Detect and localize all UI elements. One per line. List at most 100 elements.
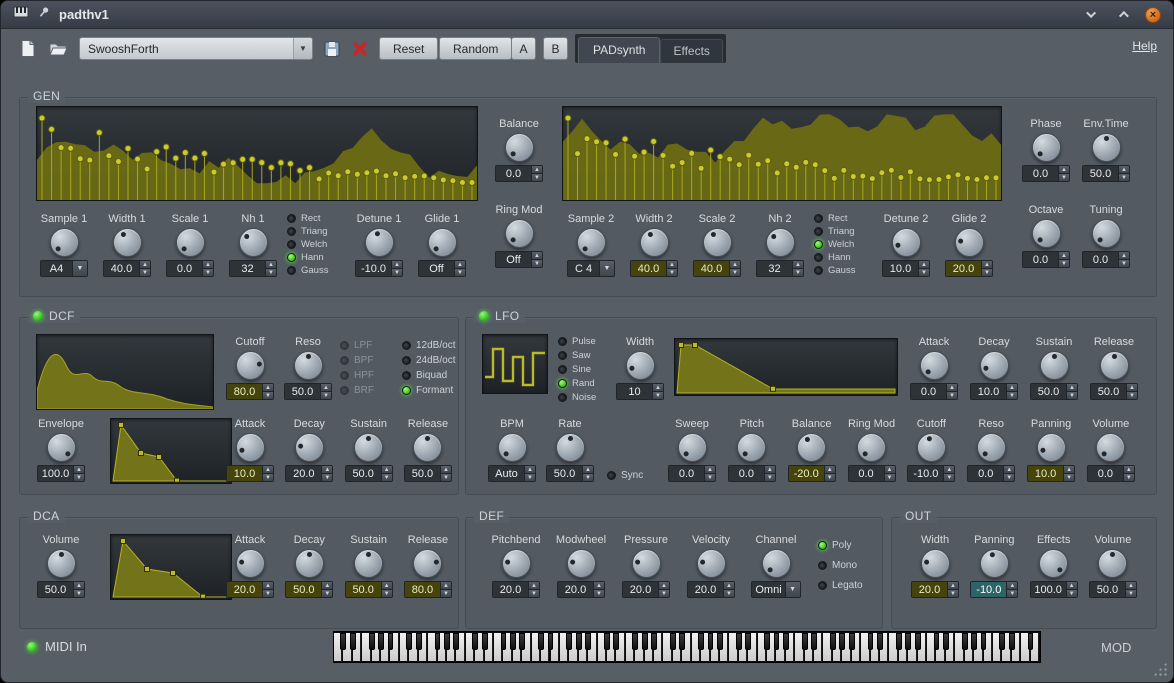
radio-triang[interactable]: Triang (814, 226, 872, 237)
radio-saw[interactable]: Saw (558, 350, 596, 361)
spin-up-icon[interactable]: ▲ (532, 166, 542, 174)
piano-black-key[interactable] (1028, 633, 1034, 650)
spin-up-icon[interactable]: ▲ (1119, 166, 1129, 174)
spinbox-pressure[interactable]: 20.0▲▼ (622, 581, 670, 598)
piano-black-key[interactable] (698, 633, 704, 650)
piano-black-key[interactable] (444, 633, 450, 650)
radio-lpf[interactable]: LPF (340, 340, 374, 351)
piano-black-key[interactable] (915, 633, 921, 650)
save-preset-button[interactable] (319, 36, 345, 61)
piano-black-key[interactable] (548, 633, 554, 650)
knob-volume[interactable] (1098, 549, 1127, 578)
knob-release[interactable] (1100, 351, 1129, 380)
knob-velocity[interactable] (697, 549, 726, 578)
spin-down-icon[interactable]: ▼ (263, 590, 273, 597)
spin-up-icon[interactable]: ▲ (1064, 466, 1074, 474)
knob-attack[interactable] (236, 549, 265, 578)
knob-release[interactable] (413, 433, 442, 462)
radio-24db-oct[interactable]: 24dB/oct (402, 355, 455, 366)
spin-down-icon[interactable]: ▼ (1119, 174, 1129, 181)
spinbox-width-1[interactable]: 40.0▲▼ (103, 260, 151, 277)
spin-up-icon[interactable]: ▲ (441, 582, 451, 590)
spinbox-decay[interactable]: 10.0▲▼ (970, 383, 1018, 400)
piano-black-key[interactable] (934, 633, 940, 650)
radio-rect[interactable]: Rect (287, 213, 345, 224)
piano-black-key[interactable] (981, 633, 987, 650)
piano-black-key[interactable] (802, 633, 808, 650)
osc1-spectrum-display[interactable] (36, 106, 478, 201)
spinbox-balance[interactable]: 0.0▲▼ (495, 165, 543, 182)
spin-down-icon[interactable]: ▼ (203, 269, 213, 276)
spin-up-icon[interactable]: ▲ (1004, 466, 1014, 474)
spinbox-release[interactable]: 80.0▲▼ (404, 581, 452, 598)
radio-brf[interactable]: BRF (340, 385, 374, 396)
spin-up-icon[interactable]: ▲ (263, 384, 273, 392)
radio-formant[interactable]: Formant (402, 385, 455, 396)
keyboard[interactable] (333, 631, 1041, 663)
spin-down-icon[interactable]: ▼ (583, 474, 593, 481)
dcf-led-icon[interactable] (33, 311, 43, 321)
radio-hann[interactable]: Hann (814, 252, 872, 263)
spin-up-icon[interactable]: ▲ (263, 582, 273, 590)
radio-bpf[interactable]: BPF (340, 355, 374, 366)
spin-down-icon[interactable]: ▼ (885, 474, 895, 481)
spin-up-icon[interactable]: ▲ (1007, 582, 1017, 590)
spin-down-icon[interactable]: ▼ (322, 474, 332, 481)
lfo-envelope-display[interactable] (674, 338, 898, 396)
radio-triang[interactable]: Triang (287, 226, 345, 237)
spin-up-icon[interactable]: ▲ (140, 261, 150, 269)
piano-black-key[interactable] (642, 633, 648, 650)
preset-combo[interactable]: SwooshForth ▼ (79, 37, 313, 60)
piano-black-key[interactable] (369, 633, 375, 650)
spin-down-icon[interactable]: ▼ (322, 590, 332, 597)
spinbox-rate[interactable]: 50.0▲▼ (546, 465, 594, 482)
piano-black-key[interactable] (962, 633, 968, 650)
piano-black-key[interactable] (350, 633, 356, 650)
knob-decay[interactable] (295, 433, 324, 462)
b-button[interactable]: B (543, 37, 568, 60)
spinbox-sweep[interactable]: 0.0▲▼ (668, 465, 716, 482)
piano-black-key[interactable] (896, 633, 902, 650)
spin-down-icon[interactable]: ▼ (382, 474, 392, 481)
spin-down-icon[interactable]: ▼ (441, 474, 451, 481)
radio-biquad[interactable]: Biquad (402, 370, 455, 381)
titlebar[interactable]: padthv1 × (1, 1, 1173, 29)
spinbox-decay[interactable]: 50.0▲▼ (285, 581, 333, 598)
spin-up-icon[interactable]: ▲ (948, 582, 958, 590)
piano-black-key[interactable] (708, 633, 714, 650)
piano-black-key[interactable] (670, 633, 676, 650)
spin-down-icon[interactable]: ▼ (1067, 392, 1077, 399)
knob-pitch[interactable] (737, 433, 766, 462)
spin-down-icon[interactable]: ▼ (266, 269, 276, 276)
spin-down-icon[interactable]: ▼ (730, 269, 740, 276)
knob-width-2[interactable] (640, 228, 669, 257)
spin-up-icon[interactable]: ▲ (203, 261, 213, 269)
spin-up-icon[interactable]: ▲ (1059, 166, 1069, 174)
knob-bpm[interactable] (498, 433, 527, 462)
piano-black-key[interactable] (632, 633, 638, 650)
radio-welch[interactable]: Welch (287, 239, 345, 250)
spinbox-detune-2[interactable]: 10.0▲▼ (882, 260, 930, 277)
spin-up-icon[interactable]: ▲ (724, 582, 734, 590)
spinbox-reso[interactable]: 0.0▲▼ (967, 465, 1015, 482)
spin-up-icon[interactable]: ▲ (74, 582, 84, 590)
spinbox-pitch[interactable]: 0.0▲▼ (728, 465, 776, 482)
piano-black-key[interactable] (736, 633, 742, 650)
spinbox-attack[interactable]: 20.0▲▼ (226, 581, 274, 598)
spin-up-icon[interactable]: ▲ (1007, 384, 1017, 392)
radio-rand[interactable]: Rand (558, 378, 596, 389)
dcf-envelope-display[interactable] (110, 418, 232, 484)
lfo-led-icon[interactable] (479, 311, 489, 321)
spinbox-pitchbend[interactable]: 20.0▲▼ (492, 581, 540, 598)
spinbox-release[interactable]: 50.0▲▼ (1090, 383, 1138, 400)
spin-up-icon[interactable]: ▲ (1119, 252, 1129, 260)
piano-black-key[interactable] (388, 633, 394, 650)
spin-down-icon[interactable]: ▼ (321, 392, 331, 399)
knob-detune-1[interactable] (365, 228, 394, 257)
knob-sustain[interactable] (1040, 351, 1069, 380)
spinbox-octave[interactable]: 0.0▲▼ (1022, 251, 1070, 268)
spinbox-modwheel[interactable]: 20.0▲▼ (557, 581, 605, 598)
spinbox-volume[interactable]: 50.0▲▼ (1089, 581, 1137, 598)
dca-envelope-display[interactable] (110, 534, 232, 600)
knob-envelope[interactable] (47, 433, 76, 462)
